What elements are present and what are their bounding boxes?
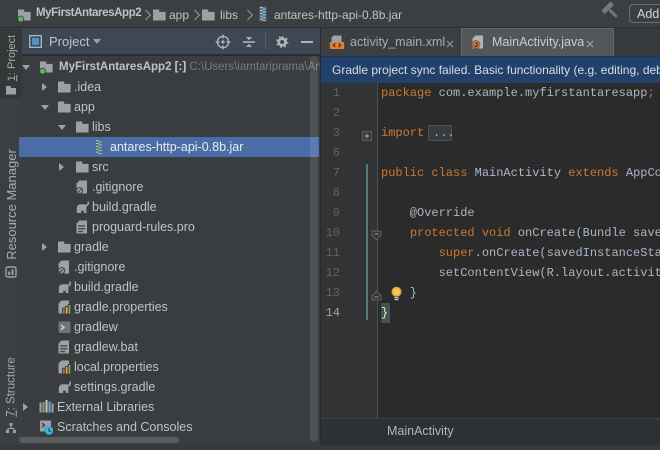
svg-text:J: J — [474, 42, 478, 49]
